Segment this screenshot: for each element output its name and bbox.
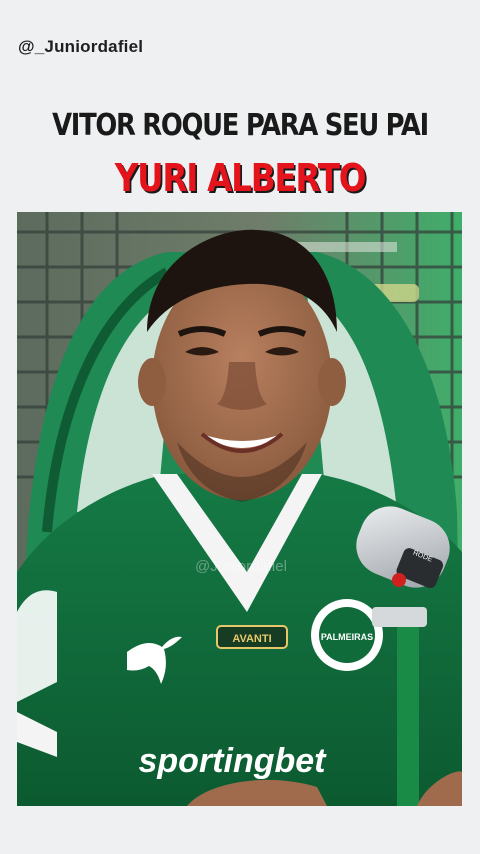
headline-line-1: VITOR ROQUE PARA SEU PAI <box>52 108 429 143</box>
avanti-text: AVANTI <box>232 633 271 645</box>
video-frame[interactable]: AVANTI PALMEIRAS sportingbet RODE @Junio… <box>17 212 462 806</box>
video-scene: AVANTI PALMEIRAS sportingbet RODE <box>17 212 462 806</box>
video-watermark: @Juniordafiel <box>195 558 287 575</box>
headline-line-2: YURI ALBERTO <box>114 156 367 200</box>
crest-text: PALMEIRAS <box>321 632 373 642</box>
sponsor-text: sportingbet <box>139 742 328 780</box>
post-page: @_Juniordafiel VITOR ROQUE PARA SEU PAI … <box>0 0 480 854</box>
author-handle[interactable]: @_Juniordafiel <box>18 37 143 57</box>
